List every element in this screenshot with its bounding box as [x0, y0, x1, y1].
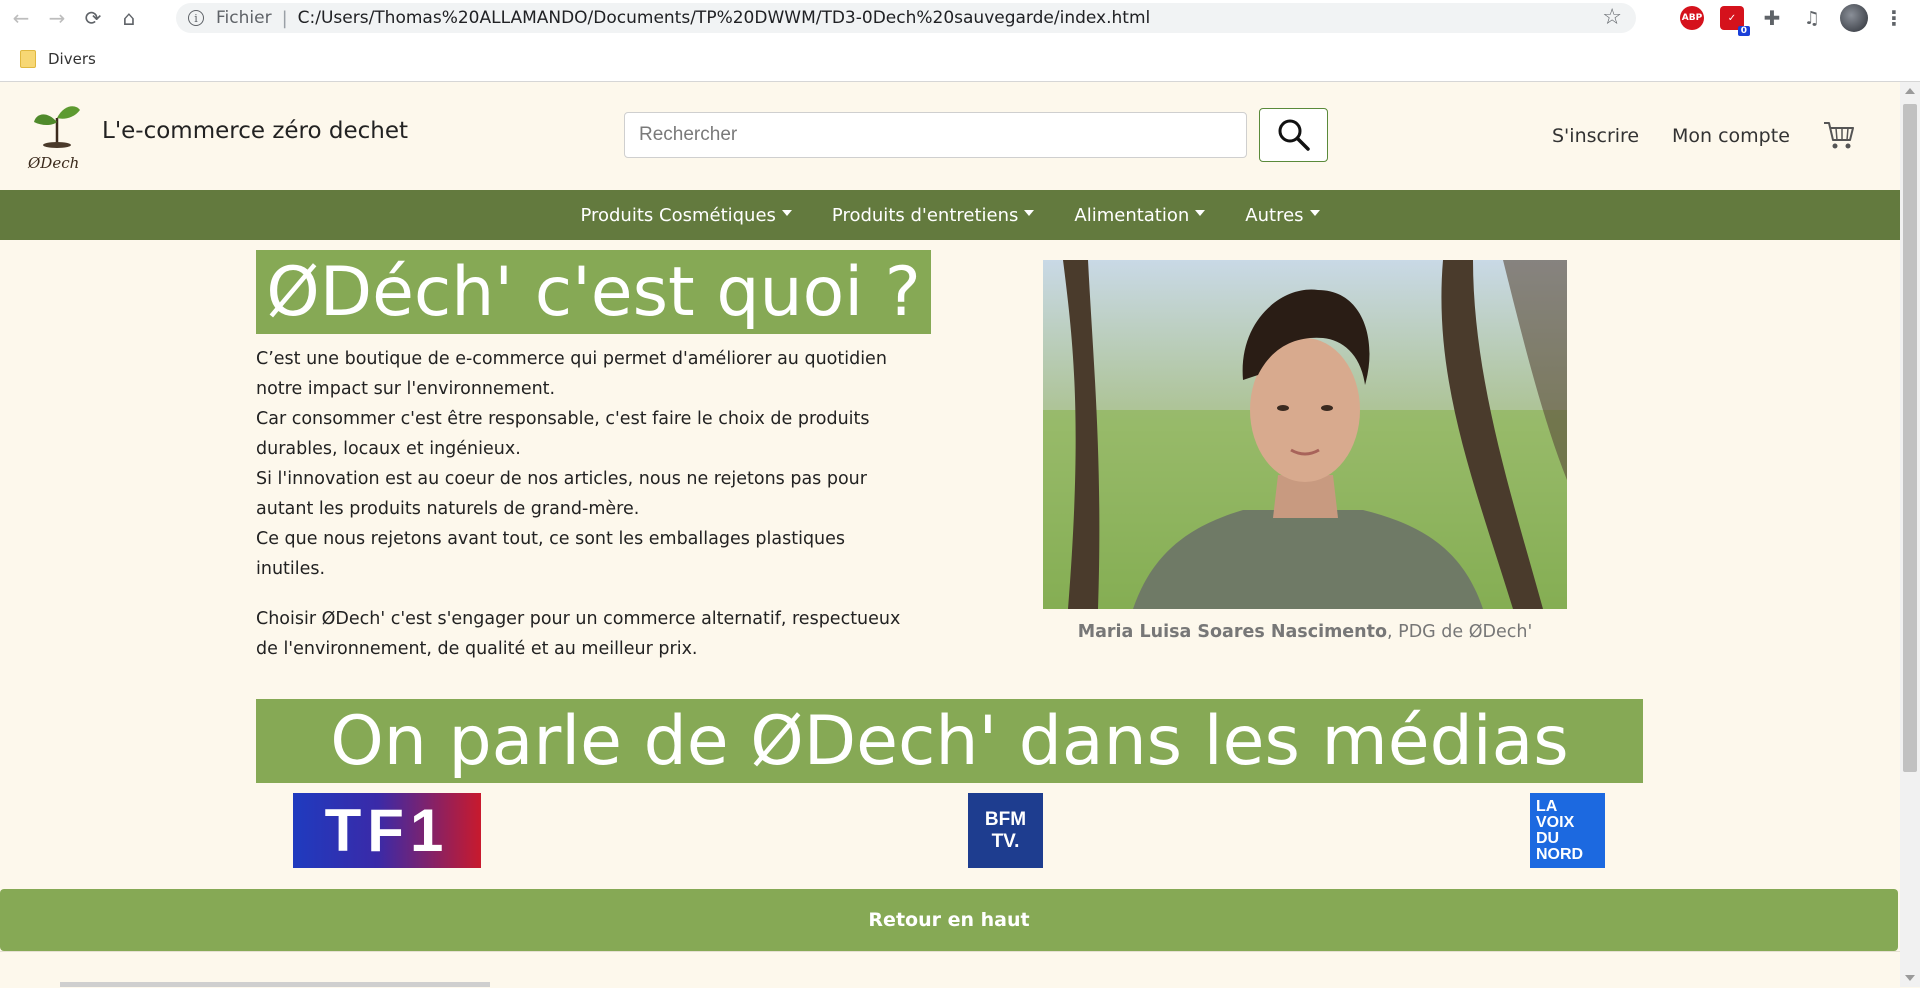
la-voix-du-nord-logo[interactable]: LA VOIX DU NORD — [1530, 793, 1605, 868]
info-icon[interactable]: i — [188, 10, 204, 26]
nav-item-alimentation[interactable]: Alimentation — [1074, 204, 1206, 226]
site-logo[interactable]: ØDech — [26, 100, 88, 172]
portrait-caption: Maria Luisa Soares Nascimento, PDG de ØD… — [1043, 622, 1567, 642]
cart-icon[interactable] — [1822, 118, 1856, 152]
scroll-down-arrow-icon[interactable] — [1905, 975, 1915, 981]
forward-arrow-icon[interactable]: → — [42, 3, 72, 33]
about-paragraph-2: Choisir ØDech' c'est s'engager pour un c… — [256, 609, 901, 659]
reload-icon[interactable]: ⟳ — [78, 3, 108, 33]
nav-item-autres[interactable]: Autres — [1245, 204, 1320, 226]
media-control-icon[interactable]: ♫ — [1800, 6, 1824, 30]
vertical-scrollbar[interactable] — [1900, 82, 1920, 987]
ceo-portrait-photo — [1043, 260, 1567, 609]
address-scheme-label: Fichier — [216, 8, 272, 28]
extensions-puzzle-icon[interactable]: ✚ — [1760, 6, 1784, 30]
lvdn-line: NORD — [1536, 845, 1584, 863]
todo-extension-icon[interactable]: ✓ 0 — [1720, 6, 1750, 36]
folder-icon[interactable] — [20, 49, 36, 68]
bfmtv-logo[interactable]: BFM TV. — [968, 793, 1043, 868]
adblock-extension-icon[interactable]: ABP — [1680, 6, 1704, 30]
media-heading: On parle de ØDech' dans les médias — [256, 699, 1643, 783]
bookmarks-bar: Divers — [0, 36, 1920, 82]
tf1-logo[interactable]: TF1 — [293, 793, 481, 868]
scrollbar-thumb[interactable] — [1903, 104, 1917, 772]
address-separator: | — [281, 7, 288, 29]
lvdn-line: DU — [1536, 829, 1560, 847]
about-line: Ce que nous rejetons avant tout, ce sont… — [256, 529, 846, 579]
logo-text: ØDech — [27, 154, 79, 172]
search-input[interactable] — [624, 112, 1247, 158]
caption-role: , PDG de ØDech' — [1387, 622, 1533, 642]
caret-down-icon — [781, 210, 792, 216]
account-link[interactable]: Mon compte — [1672, 125, 1790, 147]
bfm-line-1: BFM — [984, 808, 1027, 830]
lvdn-line: VOIX — [1536, 813, 1575, 831]
address-url[interactable]: C:/Users/Thomas%20ALLAMANDO/Documents/TP… — [298, 8, 1151, 28]
back-arrow-icon[interactable]: ← — [6, 3, 36, 33]
brand-title[interactable]: L'e-commerce zéro dechet — [102, 118, 408, 144]
home-icon[interactable]: ⌂ — [114, 3, 144, 33]
caption-name: Maria Luisa Soares Nascimento — [1077, 622, 1388, 642]
signup-link[interactable]: S'inscrire — [1552, 125, 1639, 147]
about-line: Car consommer c'est être responsable, c'… — [256, 409, 870, 459]
about-text: C’est une boutique de e-commerce qui per… — [256, 344, 916, 684]
search-button[interactable] — [1259, 108, 1328, 162]
nav-item-label: Produits d'entretiens — [831, 204, 1019, 226]
nav-item-entretiens[interactable]: Produits d'entretiens — [831, 204, 1035, 226]
caret-down-icon — [1195, 210, 1206, 216]
about-heading: ØDéch' c'est quoi ? — [256, 250, 931, 334]
bookmark-star-icon[interactable]: ☆ — [1602, 5, 1622, 30]
nav-item-label: Produits Cosmétiques — [580, 204, 776, 226]
address-bar[interactable]: i Fichier | C:/Users/Thomas%20ALLAMANDO/… — [176, 3, 1636, 33]
todo-badge-count: 0 — [1737, 26, 1750, 36]
nav-item-label: Autres — [1245, 204, 1304, 226]
lvdn-line: LA — [1536, 797, 1558, 815]
bfm-line-2: TV. — [991, 830, 1020, 852]
browser-menu-icon[interactable]: ⋮ — [1882, 6, 1906, 30]
caret-down-icon — [1309, 210, 1320, 216]
about-line: Si l'innovation est au coeur de nos arti… — [256, 469, 867, 519]
main-nav: Produits Cosmétiques Produits d'entretie… — [0, 190, 1900, 240]
nav-item-cosmetiques[interactable]: Produits Cosmétiques — [580, 204, 792, 226]
back-to-top-link[interactable]: Retour en haut — [0, 889, 1898, 951]
bookmark-folder-divers[interactable]: Divers — [48, 50, 96, 68]
horizontal-scrollbar[interactable] — [60, 982, 490, 987]
about-line: C’est une boutique de e-commerce qui per… — [256, 349, 887, 399]
scroll-up-arrow-icon[interactable] — [1905, 88, 1915, 94]
profile-avatar[interactable] — [1840, 4, 1868, 32]
nav-item-label: Alimentation — [1074, 204, 1190, 226]
search-icon — [1278, 119, 1310, 151]
about-paragraph-1: C’est une boutique de e-commerce qui per… — [256, 344, 916, 584]
browser-toolbar: ← → ⟳ ⌂ i Fichier | C:/Users/Thomas%20AL… — [0, 0, 1920, 36]
caret-down-icon — [1024, 210, 1035, 216]
